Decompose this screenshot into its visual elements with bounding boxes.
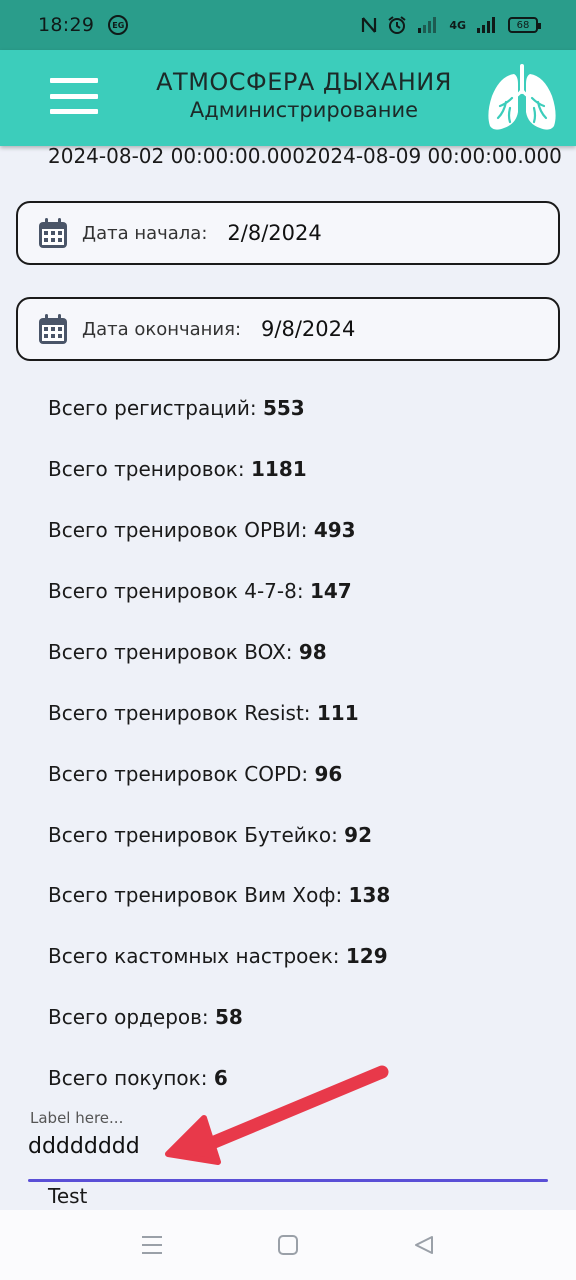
app-subtitle: Администрирование [189,98,419,122]
menu-lines-icon[interactable] [140,1233,164,1257]
nfc-icon [362,17,377,33]
text-field-label: Label here... [30,1109,124,1127]
home-square-icon[interactable] [276,1233,300,1257]
lungs-icon [488,64,556,130]
battery-icon: 68 [508,17,541,33]
signal-icon [418,17,437,33]
stat-trainings: Всего тренировок: 1181 [48,457,307,481]
stat-trainings-copd: Всего тренировок COPD: 96 [48,762,343,786]
test-text: Test [48,1184,88,1208]
calendar-icon [39,218,67,248]
system-nav-bar [0,1210,576,1280]
stat-custom-settings: Всего кастомных настроек: 129 [48,944,388,968]
end-date-field[interactable]: Дата окончания: 9/8/2024 [16,297,560,361]
hamburger-menu-icon[interactable] [50,78,98,114]
status-time: 18:29 [38,14,95,36]
stat-trainings-box: Всего тренировок BOX: 98 [48,640,327,664]
stat-orders: Всего ордеров: 58 [48,1005,243,1029]
stat-trainings-wim-hof: Всего тренировок Вим Хоф: 138 [48,883,391,907]
start-date-label: Дата начала: [82,222,208,244]
stat-purchases: Всего покупок: 6 [48,1066,228,1090]
stat-registrations: Всего регистраций: 553 [48,396,305,420]
text-field-value[interactable]: dddddddd [28,1134,140,1159]
text-field-underline [28,1179,548,1182]
alarm-icon [388,16,406,34]
app-title: АТМОСФЕРА ДЫХАНИЯ [156,68,452,96]
eg-badge-icon: EG [108,15,129,35]
app-bar: АТМОСФЕРА ДЫХАНИЯ Администрирование [0,50,576,146]
start-date-field[interactable]: Дата начала: 2/8/2024 [16,201,560,265]
back-triangle-icon[interactable] [412,1233,436,1257]
admin-content: 2024-08-02 00:00:00.0002024-08-09 00:00:… [0,146,576,1210]
stat-trainings-orvi: Всего тренировок ОРВИ: 493 [48,518,356,542]
stat-trainings-buteyko: Всего тренировок Бутейко: 92 [48,823,373,847]
status-bar: 18:29 EG 4G 68 [0,0,576,50]
date-range-text: 2024-08-02 00:00:00.0002024-08-09 00:00:… [48,146,562,166]
network-type: 4G [449,18,466,32]
end-date-value: 9/8/2024 [261,317,356,341]
label-text-field[interactable]: Label here... dddddddd [28,1106,548,1182]
calendar-icon [39,314,67,344]
end-date-label: Дата окончания: [82,318,242,340]
stat-trainings-478: Всего тренировок 4-7-8: 147 [48,579,352,603]
status-icons: 4G 68 [361,15,541,35]
stat-trainings-resist: Всего тренировок Resist: 111 [48,701,359,725]
app-titles: АТМОСФЕРА ДЫХАНИЯ Администрирование [120,68,488,122]
signal-strength-icon [477,17,495,33]
start-date-value: 2/8/2024 [227,221,322,245]
